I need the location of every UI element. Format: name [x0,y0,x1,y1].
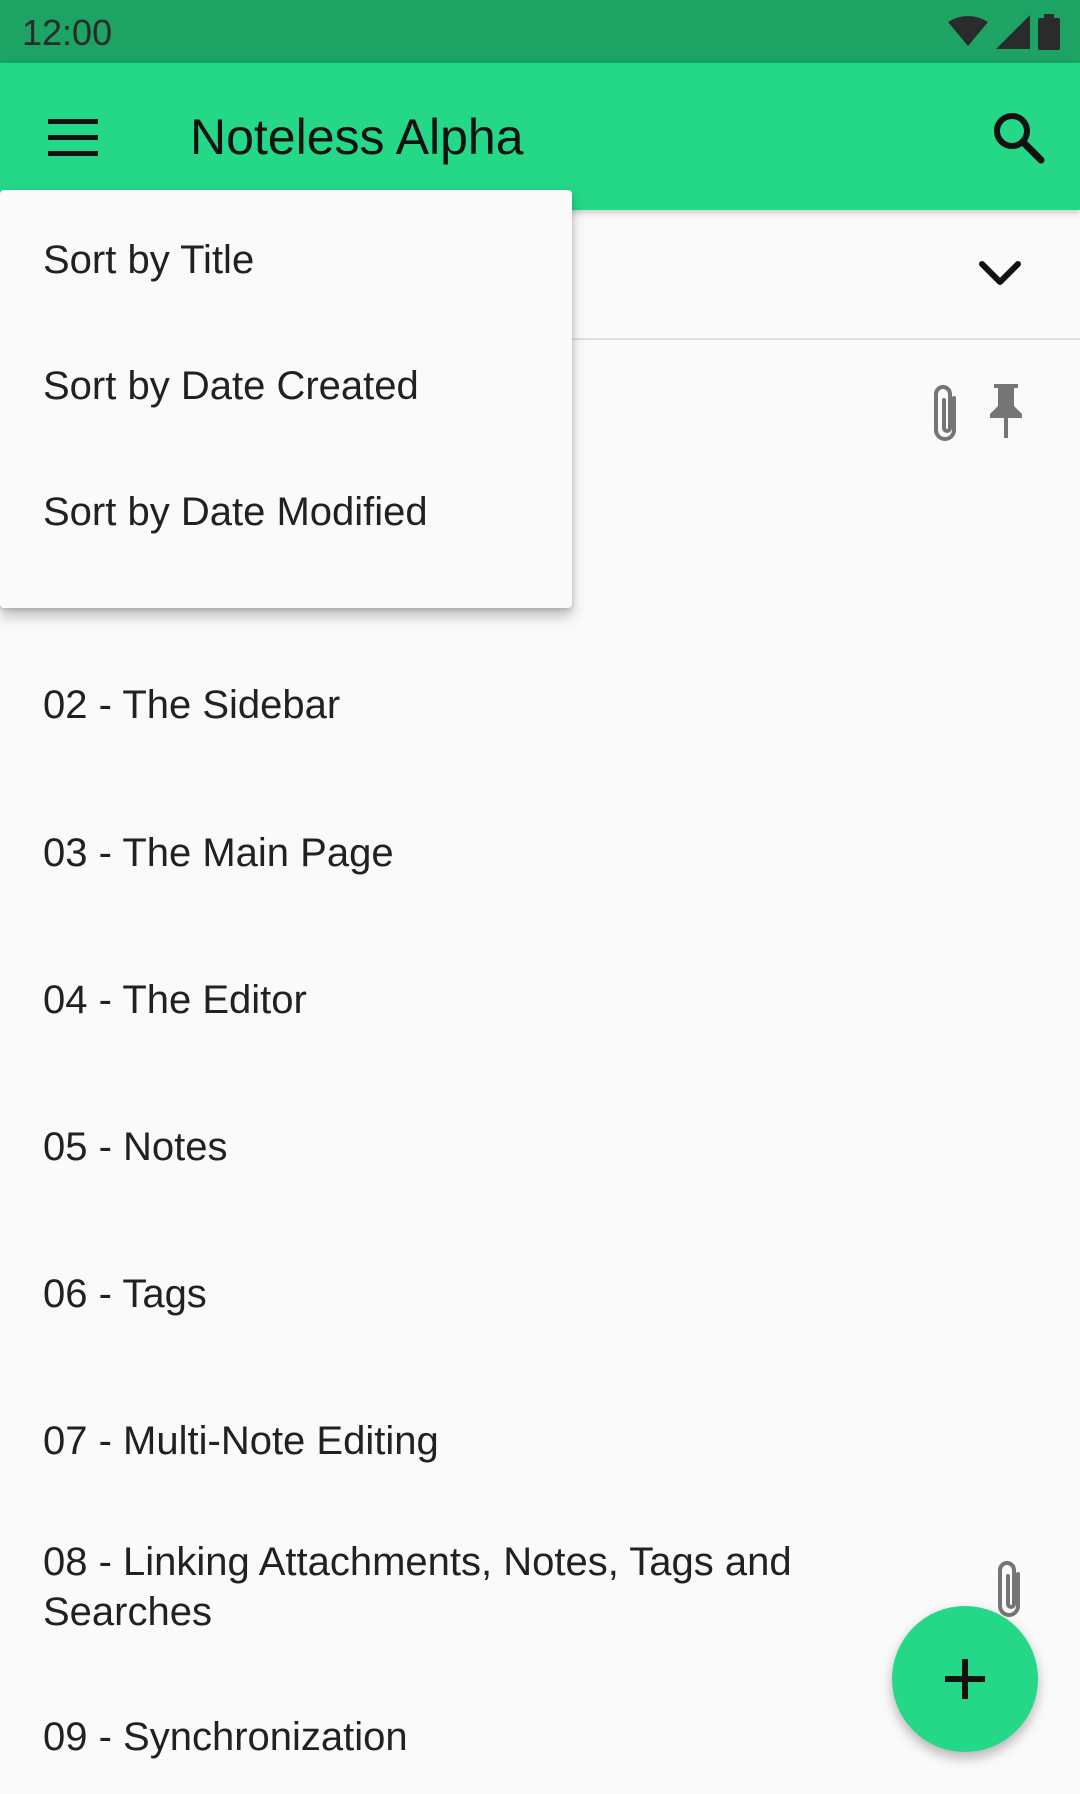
menu-item-label: Sort by Date Modified [43,490,428,534]
menu-item-label: Sort by Title [43,238,255,282]
note-title: 02 - The Sidebar [43,683,341,727]
pin-icon [990,384,1022,438]
menu-item-label: Sort by Date Created [43,364,419,408]
list-item[interactable]: 07 - Multi-Note Editing [0,1376,1080,1506]
note-title: 07 - Multi-Note Editing [43,1419,439,1463]
sort-by-title-item[interactable]: Sort by Title [0,198,572,324]
sort-dropdown-menu: Sort by Title Sort by Date Created Sort … [0,190,572,608]
list-item[interactable]: 04 - The Editor [0,935,1080,1065]
note-title: 04 - The Editor [43,978,307,1022]
list-item[interactable]: 06 - Tags [0,1229,1080,1359]
status-bar: 12:00 [0,0,1080,63]
list-item[interactable]: 05 - Notes [0,1082,1080,1212]
status-time: 12:00 [22,12,113,53]
app-title: Noteless Alpha [190,109,524,165]
wifi-icon [948,16,988,46]
sort-by-date-modified-item[interactable]: Sort by Date Modified [0,450,572,576]
menu-icon[interactable] [40,111,106,163]
app-bar: Noteless Alpha [0,63,1080,210]
note-title: 05 - Notes [43,1125,228,1169]
note-title: 06 - Tags [43,1272,207,1316]
list-item[interactable]: 03 - The Main Page [0,788,1080,918]
note-title: 03 - The Main Page [43,831,394,875]
plus-icon [945,1659,985,1699]
sort-by-date-created-item[interactable]: Sort by Date Created [0,324,572,450]
note-title: 08 - Linking Attachments, Notes, Tags an… [43,1540,792,1634]
status-icons [948,14,1060,50]
signal-icon [996,15,1030,49]
battery-icon [1038,14,1060,50]
list-item[interactable]: 02 - The Sidebar [0,640,1080,770]
note-title: 09 - Synchronization [43,1715,408,1759]
chevron-down-icon[interactable] [970,244,1030,304]
add-note-button[interactable] [892,1606,1038,1752]
search-icon[interactable] [988,107,1048,167]
paperclip-icon [934,385,956,441]
